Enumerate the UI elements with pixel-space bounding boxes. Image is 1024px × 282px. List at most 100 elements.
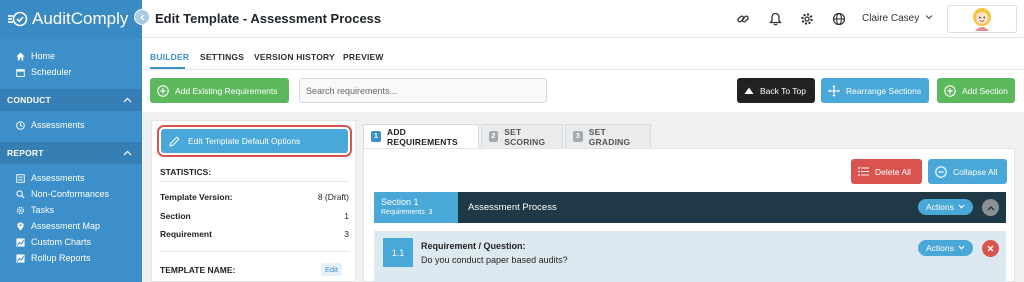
minus-circle-icon [935, 165, 947, 178]
avatar-icon [973, 8, 991, 31]
requirement-row: 1.1 Requirement / Question: Do you condu… [374, 231, 1006, 282]
sidebar-section-report[interactable]: REPORT [0, 142, 142, 164]
pencil-icon [169, 135, 180, 147]
section-requirement-count: Requirements: 3 [381, 209, 433, 216]
button-label: Delete All [875, 166, 911, 177]
stat-label: Section [160, 211, 191, 221]
bell-icon[interactable] [767, 11, 783, 27]
add-existing-requirements-button[interactable]: Add Existing Requirements [150, 78, 289, 103]
collapse-all-button[interactable]: Collapse All [928, 159, 1007, 184]
plus-circle-icon [944, 84, 956, 97]
stat-label: Requirement [160, 229, 212, 239]
tab-builder[interactable]: BUILDER [150, 52, 189, 62]
button-label: Collapse All [953, 166, 998, 177]
map-pin-icon [17, 221, 24, 231]
search-input[interactable] [299, 78, 547, 103]
stat-row: Requirement 3 [160, 229, 349, 239]
link-icon[interactable] [735, 11, 751, 27]
section-title: REPORT [7, 148, 44, 158]
sidebar: AuditComply Home Scheduler CONDUCT Asses… [0, 0, 142, 282]
delete-requirement-button[interactable] [982, 240, 999, 257]
sidebar-item-label: Assessments [31, 120, 85, 130]
section-title: CONDUCT [7, 95, 51, 105]
template-name-heading: TEMPLATE NAME: [160, 265, 236, 275]
chevron-down-icon[interactable] [925, 13, 933, 22]
rearrange-sections-button[interactable]: Rearrange Sections [821, 78, 929, 103]
tab-version-history[interactable]: VERSION HISTORY [254, 52, 335, 62]
step-label: ADD REQUIREMENTS [387, 126, 458, 147]
chevron-down-icon [958, 204, 965, 211]
clock-icon [16, 120, 25, 130]
stat-row: Template Version: 8 (Draft) [160, 192, 349, 202]
stat-row: Section 1 [160, 211, 349, 221]
back-to-top-button[interactable]: Back To Top [737, 78, 815, 103]
button-label: Add Section [962, 85, 1008, 96]
stat-value: 3 [344, 229, 349, 239]
template-info-panel: Edit Template Default Options STATISTICS… [151, 120, 356, 282]
top-header: Edit Template - Assessment Process Clair… [142, 0, 1024, 38]
plus-circle-icon [157, 84, 169, 97]
sidebar-item-home[interactable]: Home [0, 48, 142, 64]
step-label: SET GRADING [588, 126, 631, 147]
stat-label: Template Version: [160, 192, 233, 202]
chevron-up-icon [987, 205, 994, 210]
sidebar-item-scheduler[interactable]: Scheduler [0, 64, 142, 80]
sidebar-item-label: Tasks [31, 205, 55, 215]
arrow-up-icon [744, 87, 754, 95]
requirement-title: Requirement / Question: [421, 241, 526, 251]
tab-set-grading[interactable]: 3 SET GRADING [565, 124, 651, 148]
tab-add-requirements[interactable]: 1 ADD REQUIREMENTS [363, 124, 479, 148]
stat-value: 8 (Draft) [317, 192, 349, 202]
section-header: Section 1 Requirements: 3 Assessment Pro… [374, 192, 1006, 223]
sidebar-collapse-button[interactable] [134, 9, 150, 25]
user-name[interactable]: Claire Casey [862, 13, 919, 24]
requirement-actions-dropdown[interactable]: Actions [918, 240, 973, 256]
delete-all-button[interactable]: Delete All [851, 159, 922, 184]
sidebar-item-report-assessments[interactable]: Assessments [0, 170, 142, 186]
close-icon [987, 245, 994, 252]
app-name: AuditComply [32, 9, 129, 28]
sidebar-item-non-conformances[interactable]: Non-Conformances [0, 186, 142, 202]
sidebar-item-label: Home [31, 51, 56, 61]
toolbar: Add Existing Requirements Back To Top Re… [142, 70, 1024, 112]
tab-set-scoring[interactable]: 2 SET SCORING [481, 124, 563, 148]
app-logo[interactable]: AuditComply [0, 0, 142, 38]
button-label: Add Existing Requirements [175, 85, 278, 96]
section-actions-dropdown[interactable]: Actions [918, 199, 973, 215]
requirement-number: 1.1 [383, 238, 413, 267]
active-tab-indicator [150, 67, 185, 69]
button-label: Rearrange Sections [846, 85, 922, 96]
edit-template-name-button[interactable]: Edit [321, 263, 342, 276]
sidebar-item-label: Non-Conformances [31, 189, 110, 199]
button-label: Back To Top [760, 85, 806, 96]
sidebar-section-conduct[interactable]: CONDUCT [0, 89, 142, 111]
requirement-question: Do you conduct paper based audits? [421, 255, 568, 265]
button-label: Edit Template Default Options [188, 136, 301, 146]
add-section-button[interactable]: Add Section [937, 78, 1015, 103]
section-name: Assessment Process [468, 202, 557, 213]
globe-icon[interactable] [831, 11, 847, 27]
statistics-heading: STATISTICS: [160, 167, 212, 177]
builder-tabs: BUILDER SETTINGS VERSION HISTORY PREVIEW [142, 38, 1024, 70]
chevron-left-icon [139, 14, 144, 20]
sidebar-item-label: Scheduler [31, 67, 72, 77]
sidebar-item-tasks[interactable]: Tasks [0, 202, 142, 218]
page-title: Edit Template - Assessment Process [155, 11, 382, 26]
edit-template-default-options-button[interactable]: Edit Template Default Options [161, 129, 348, 153]
sidebar-item-custom-charts[interactable]: Custom Charts [0, 234, 142, 250]
sidebar-item-conduct-assessments[interactable]: Assessments [0, 117, 142, 133]
step-number: 2 [489, 131, 499, 142]
tab-settings[interactable]: SETTINGS [200, 52, 244, 62]
avatar[interactable] [947, 5, 1017, 33]
divider [160, 181, 349, 182]
section-collapse-button[interactable] [982, 199, 999, 216]
tab-preview[interactable]: PREVIEW [343, 52, 384, 62]
gear-icon[interactable] [799, 11, 815, 27]
move-arrows-icon [828, 84, 840, 97]
sidebar-item-rollup-reports[interactable]: Rollup Reports [0, 250, 142, 266]
dropdown-label: Actions [926, 243, 954, 253]
sidebar-item-assessment-map[interactable]: Assessment Map [0, 218, 142, 234]
gear-icon [16, 206, 25, 214]
sidebar-item-label: Rollup Reports [31, 253, 91, 263]
list-icon [858, 167, 869, 176]
